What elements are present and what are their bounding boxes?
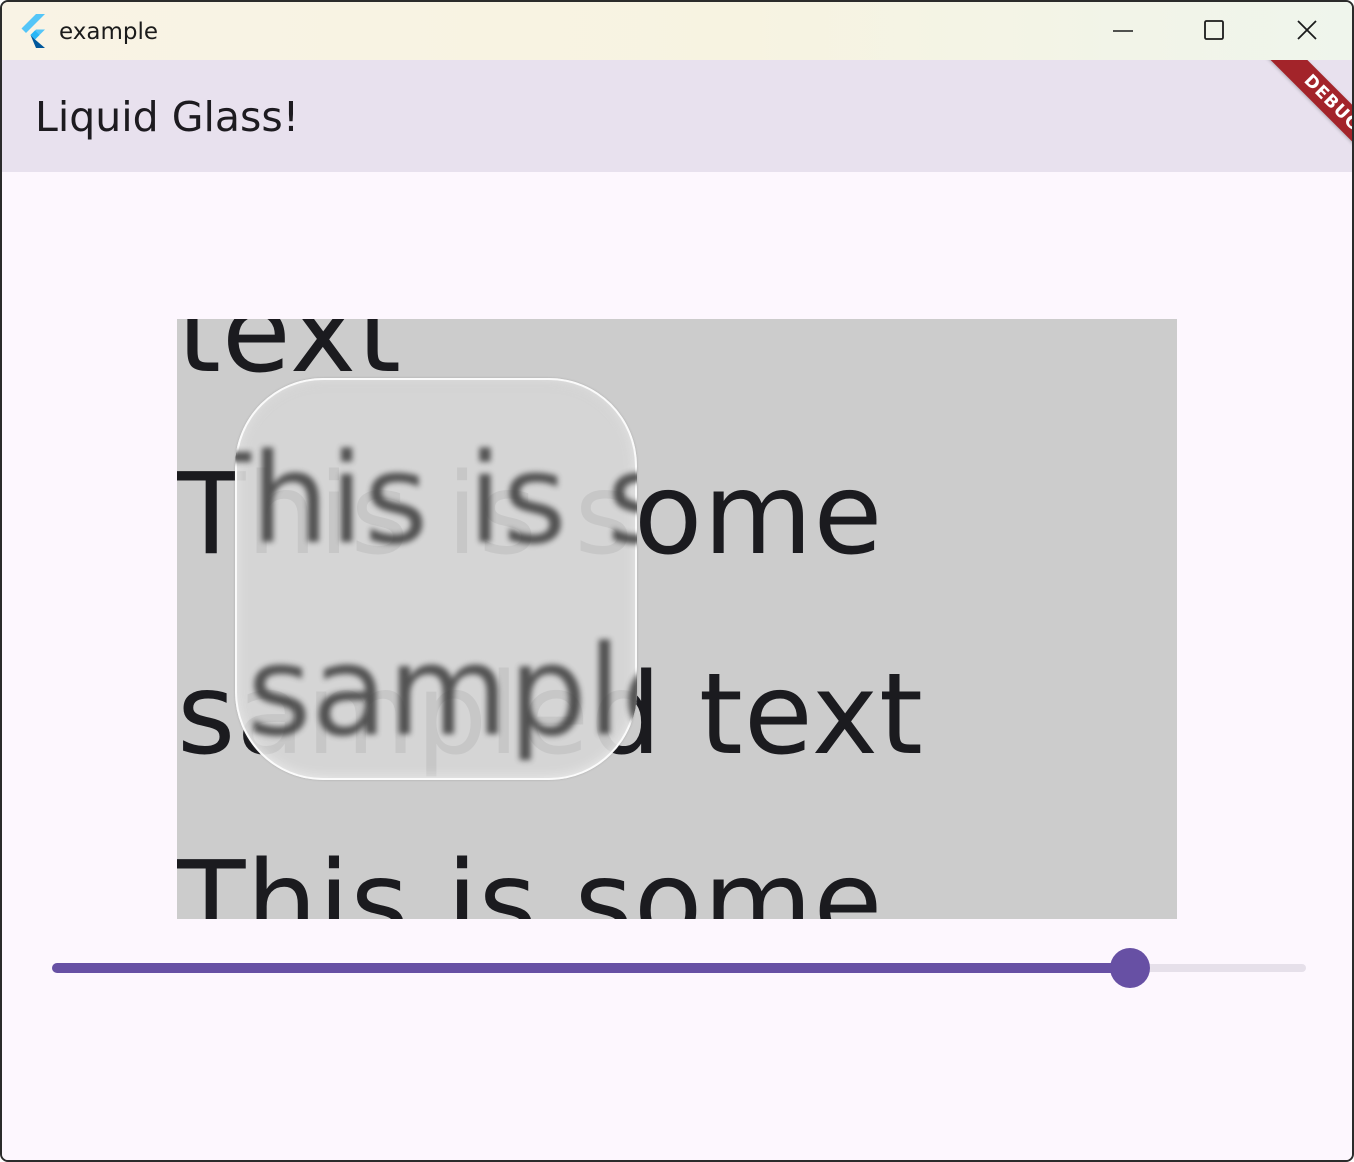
sample-line-4: This is some [177,838,884,919]
flutter-logo-icon [21,14,45,48]
glass-slider[interactable] [52,948,1306,988]
glass-line-1: This is some [235,428,637,572]
slider-active-track[interactable] [52,963,1130,973]
window-title: example [59,19,158,45]
debug-banner: DEBUG [1266,60,1352,169]
title-bar[interactable]: example [2,2,1352,60]
minimize-button[interactable] [1077,2,1169,60]
debug-banner-container: DEBUG [1240,60,1352,172]
maximize-button[interactable] [1168,2,1260,60]
app-window: example Liquid Glass! DEBUG text This i [0,0,1354,1162]
maximize-icon [1204,20,1224,40]
minimize-icon [1113,30,1133,32]
close-button[interactable] [1260,2,1352,60]
content-area: text This is some sampled text This is s… [2,172,1352,1160]
app-bar: Liquid Glass! [2,60,1352,172]
close-icon [1297,20,1317,40]
liquid-glass-lens[interactable]: This is some sample [235,378,637,780]
page-title: Liquid Glass! [35,93,300,141]
glass-line-2: sample [247,620,637,764]
slider-thumb[interactable] [1110,948,1150,988]
